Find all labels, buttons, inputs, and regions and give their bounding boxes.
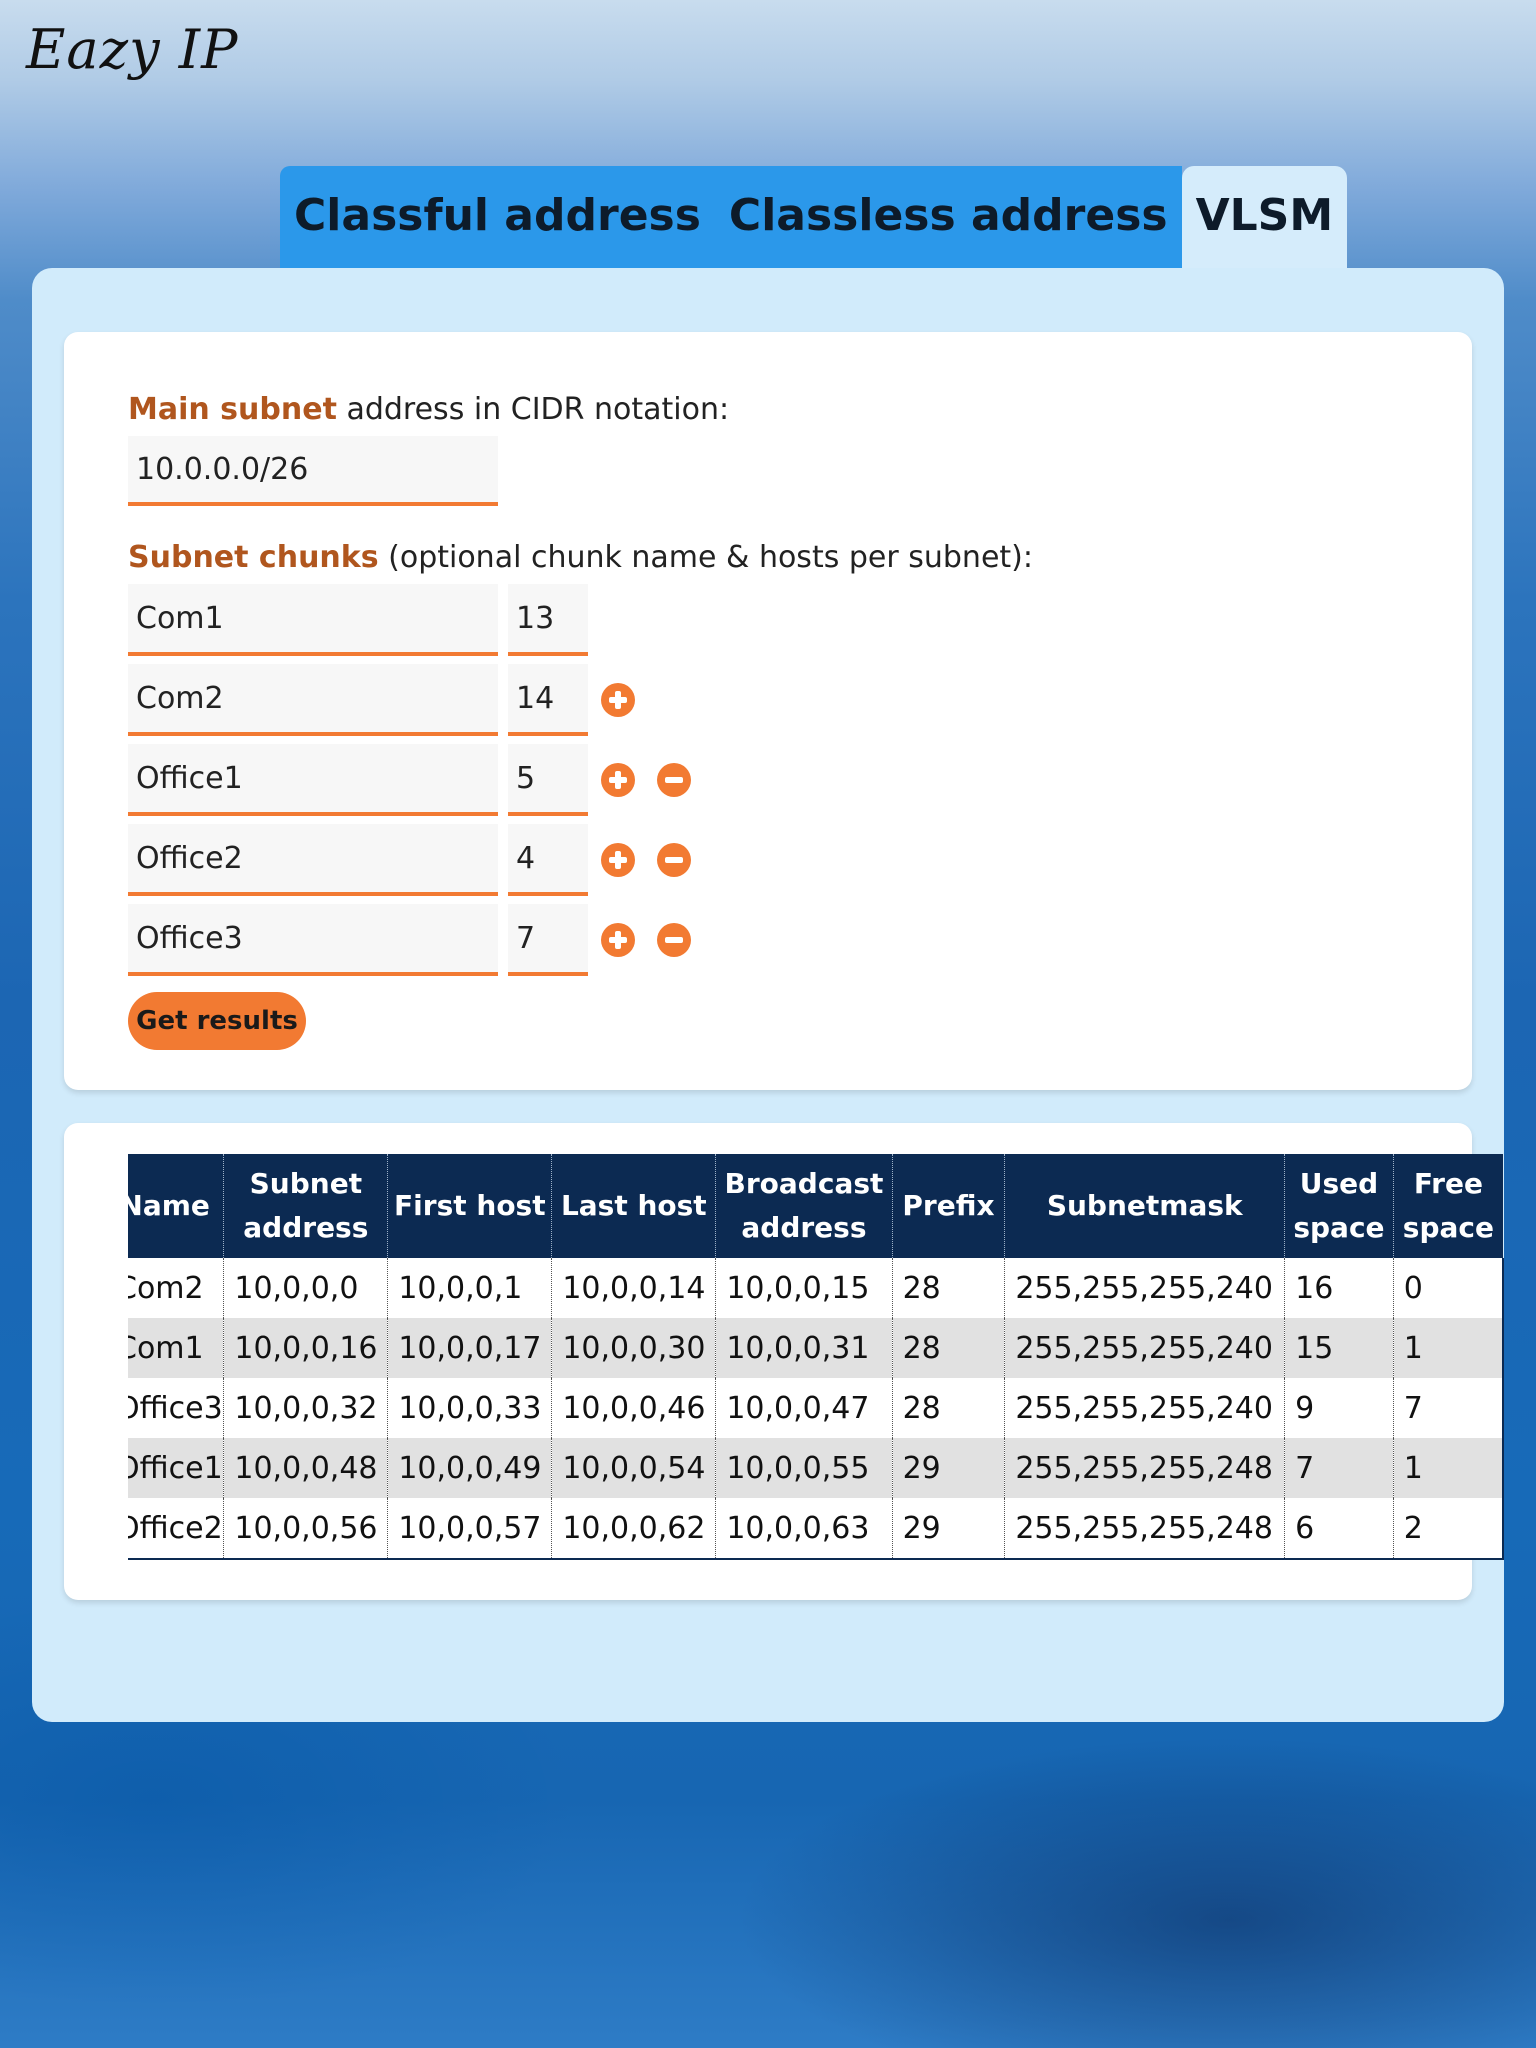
chunk-name-input[interactable] [128, 584, 498, 656]
column-header: Prefix [891, 1154, 1005, 1258]
table-cell: 10,0,0,0 [223, 1258, 388, 1318]
table-cell: 255,255,255,248 [1004, 1498, 1285, 1560]
table-cell: 1 [1392, 1318, 1504, 1378]
table-cell: 10,0,0,49 [387, 1438, 552, 1498]
table-cell: 10,0,0,63 [715, 1498, 893, 1560]
subnet-chunks-label-rest: (optional chunk name & hosts per subnet)… [378, 540, 1033, 575]
table-cell: 10,0,0,1 [387, 1258, 552, 1318]
table-cell: 2 [1392, 1498, 1504, 1560]
chunk-hosts-input[interactable] [508, 664, 588, 736]
table-cell: 255,255,255,240 [1004, 1378, 1285, 1438]
table-row: Office110,0,0,4810,0,0,4910,0,0,5410,0,0… [128, 1438, 1504, 1498]
results-card: Name Subnet address First host Last host Bro… [64, 1123, 1504, 1600]
table-body: Com210,0,0,010,0,0,110,0,0,1410,0,0,1528… [128, 1258, 1504, 1560]
table-cell: 6 [1284, 1498, 1394, 1560]
chunk-name-input[interactable] [128, 744, 498, 816]
table-cell: 28 [891, 1318, 1005, 1378]
column-header: Name [128, 1154, 224, 1258]
table-cell: Com2 [128, 1258, 224, 1318]
chunk-hosts-input[interactable] [508, 824, 588, 896]
table-cell: 10,0,0,30 [551, 1318, 716, 1378]
get-results-button[interactable]: Get results [128, 992, 306, 1050]
results-table-viewport[interactable]: Name Subnet address First host Last host Bro… [128, 1154, 1504, 1562]
table-header-row: Name Subnet address First host Last host Bro… [128, 1154, 1503, 1258]
add-chunk-icon[interactable] [601, 923, 635, 957]
results-table: Name Subnet address First host Last host Bro… [128, 1154, 1504, 1560]
table-row: Com210,0,0,010,0,0,110,0,0,1410,0,0,1528… [128, 1258, 1504, 1318]
add-chunk-icon[interactable] [601, 843, 635, 877]
chunk-hosts-input[interactable] [508, 584, 588, 656]
main-subnet-label-rest: address in CIDR notation: [336, 392, 730, 427]
column-header: Broadcast address [715, 1154, 893, 1258]
main-subnet-input[interactable] [128, 436, 498, 506]
table-row: Office310,0,0,3210,0,0,3310,0,0,4610,0,0… [128, 1378, 1504, 1438]
chunk-name-input[interactable] [128, 664, 498, 736]
column-header: Free space [1392, 1154, 1503, 1258]
table-cell: 29 [891, 1498, 1005, 1560]
table-cell: Com1 [128, 1318, 224, 1378]
table-cell: 10,0,0,54 [551, 1438, 716, 1498]
column-header: Subnet address [223, 1154, 388, 1258]
table-cell: Office3 [128, 1378, 224, 1438]
table-cell: 10,0,0,56 [223, 1498, 388, 1560]
table-cell: 10,0,0,14 [551, 1258, 716, 1318]
table-cell: Office2 [128, 1498, 224, 1560]
tab-vlsm[interactable]: VLSM [1181, 166, 1348, 268]
table-row: Office210,0,0,5610,0,0,5710,0,0,6210,0,0… [128, 1498, 1504, 1560]
column-header: Used space [1284, 1154, 1394, 1258]
table-cell: 0 [1392, 1258, 1504, 1318]
table-cell: 10,0,0,31 [715, 1318, 893, 1378]
tab-bar: Classful address Classless address VLSM [280, 166, 1348, 268]
table-cell: 10,0,0,33 [387, 1378, 552, 1438]
main-subnet-label: Main subnet address in CIDR notation: [128, 392, 729, 427]
table-cell: 15 [1284, 1318, 1394, 1378]
table-cell: 10,0,0,47 [715, 1378, 893, 1438]
table-cell: 7 [1284, 1438, 1394, 1498]
tab-classless[interactable]: Classless address [714, 166, 1182, 268]
table-cell: 28 [891, 1378, 1005, 1438]
chunk-hosts-input[interactable] [508, 904, 588, 976]
table-cell: 10,0,0,17 [387, 1318, 552, 1378]
chunk-hosts-input[interactable] [508, 744, 588, 816]
main-subnet-label-highlight: Main subnet [128, 392, 337, 427]
app-logo: Eazy IP [26, 18, 239, 81]
subnet-chunks-label-highlight: Subnet chunks [128, 540, 379, 575]
add-chunk-icon[interactable] [601, 763, 635, 797]
table-cell: 10,0,0,15 [715, 1258, 893, 1318]
table-row: Com110,0,0,1610,0,0,1710,0,0,3010,0,0,31… [128, 1318, 1504, 1378]
table-cell: 10,0,0,16 [223, 1318, 388, 1378]
table-cell: 9 [1284, 1378, 1394, 1438]
chunk-name-input[interactable] [128, 904, 498, 976]
remove-chunk-icon[interactable] [657, 923, 691, 957]
vlsm-form-card: Main subnet address in CIDR notation: Su… [64, 332, 1472, 1090]
add-chunk-icon[interactable] [601, 683, 635, 717]
table-cell: 10,0,0,57 [387, 1498, 552, 1560]
table-cell: 255,255,255,248 [1004, 1438, 1285, 1498]
remove-chunk-icon[interactable] [657, 843, 691, 877]
subnet-chunks-label: Subnet chunks (optional chunk name & hos… [128, 540, 1033, 575]
table-cell: 1 [1392, 1438, 1504, 1498]
chunk-name-input[interactable] [128, 824, 498, 896]
table-cell: 16 [1284, 1258, 1394, 1318]
column-header: Last host [551, 1154, 716, 1258]
table-cell: 255,255,255,240 [1004, 1318, 1285, 1378]
column-header: First host [387, 1154, 552, 1258]
column-header: Subnetmask [1004, 1154, 1285, 1258]
remove-chunk-icon[interactable] [657, 763, 691, 797]
table-cell: 10,0,0,48 [223, 1438, 388, 1498]
table-cell: Office1 [128, 1438, 224, 1498]
table-cell: 10,0,0,62 [551, 1498, 716, 1560]
table-cell: 29 [891, 1438, 1005, 1498]
table-cell: 10,0,0,32 [223, 1378, 388, 1438]
tab-classful[interactable]: Classful address [280, 166, 715, 268]
vlsm-panel: Main subnet address in CIDR notation: Su… [32, 268, 1504, 1722]
table-cell: 7 [1392, 1378, 1504, 1438]
table-cell: 28 [891, 1258, 1005, 1318]
table-cell: 10,0,0,55 [715, 1438, 893, 1498]
table-cell: 10,0,0,46 [551, 1378, 716, 1438]
table-cell: 255,255,255,240 [1004, 1258, 1285, 1318]
